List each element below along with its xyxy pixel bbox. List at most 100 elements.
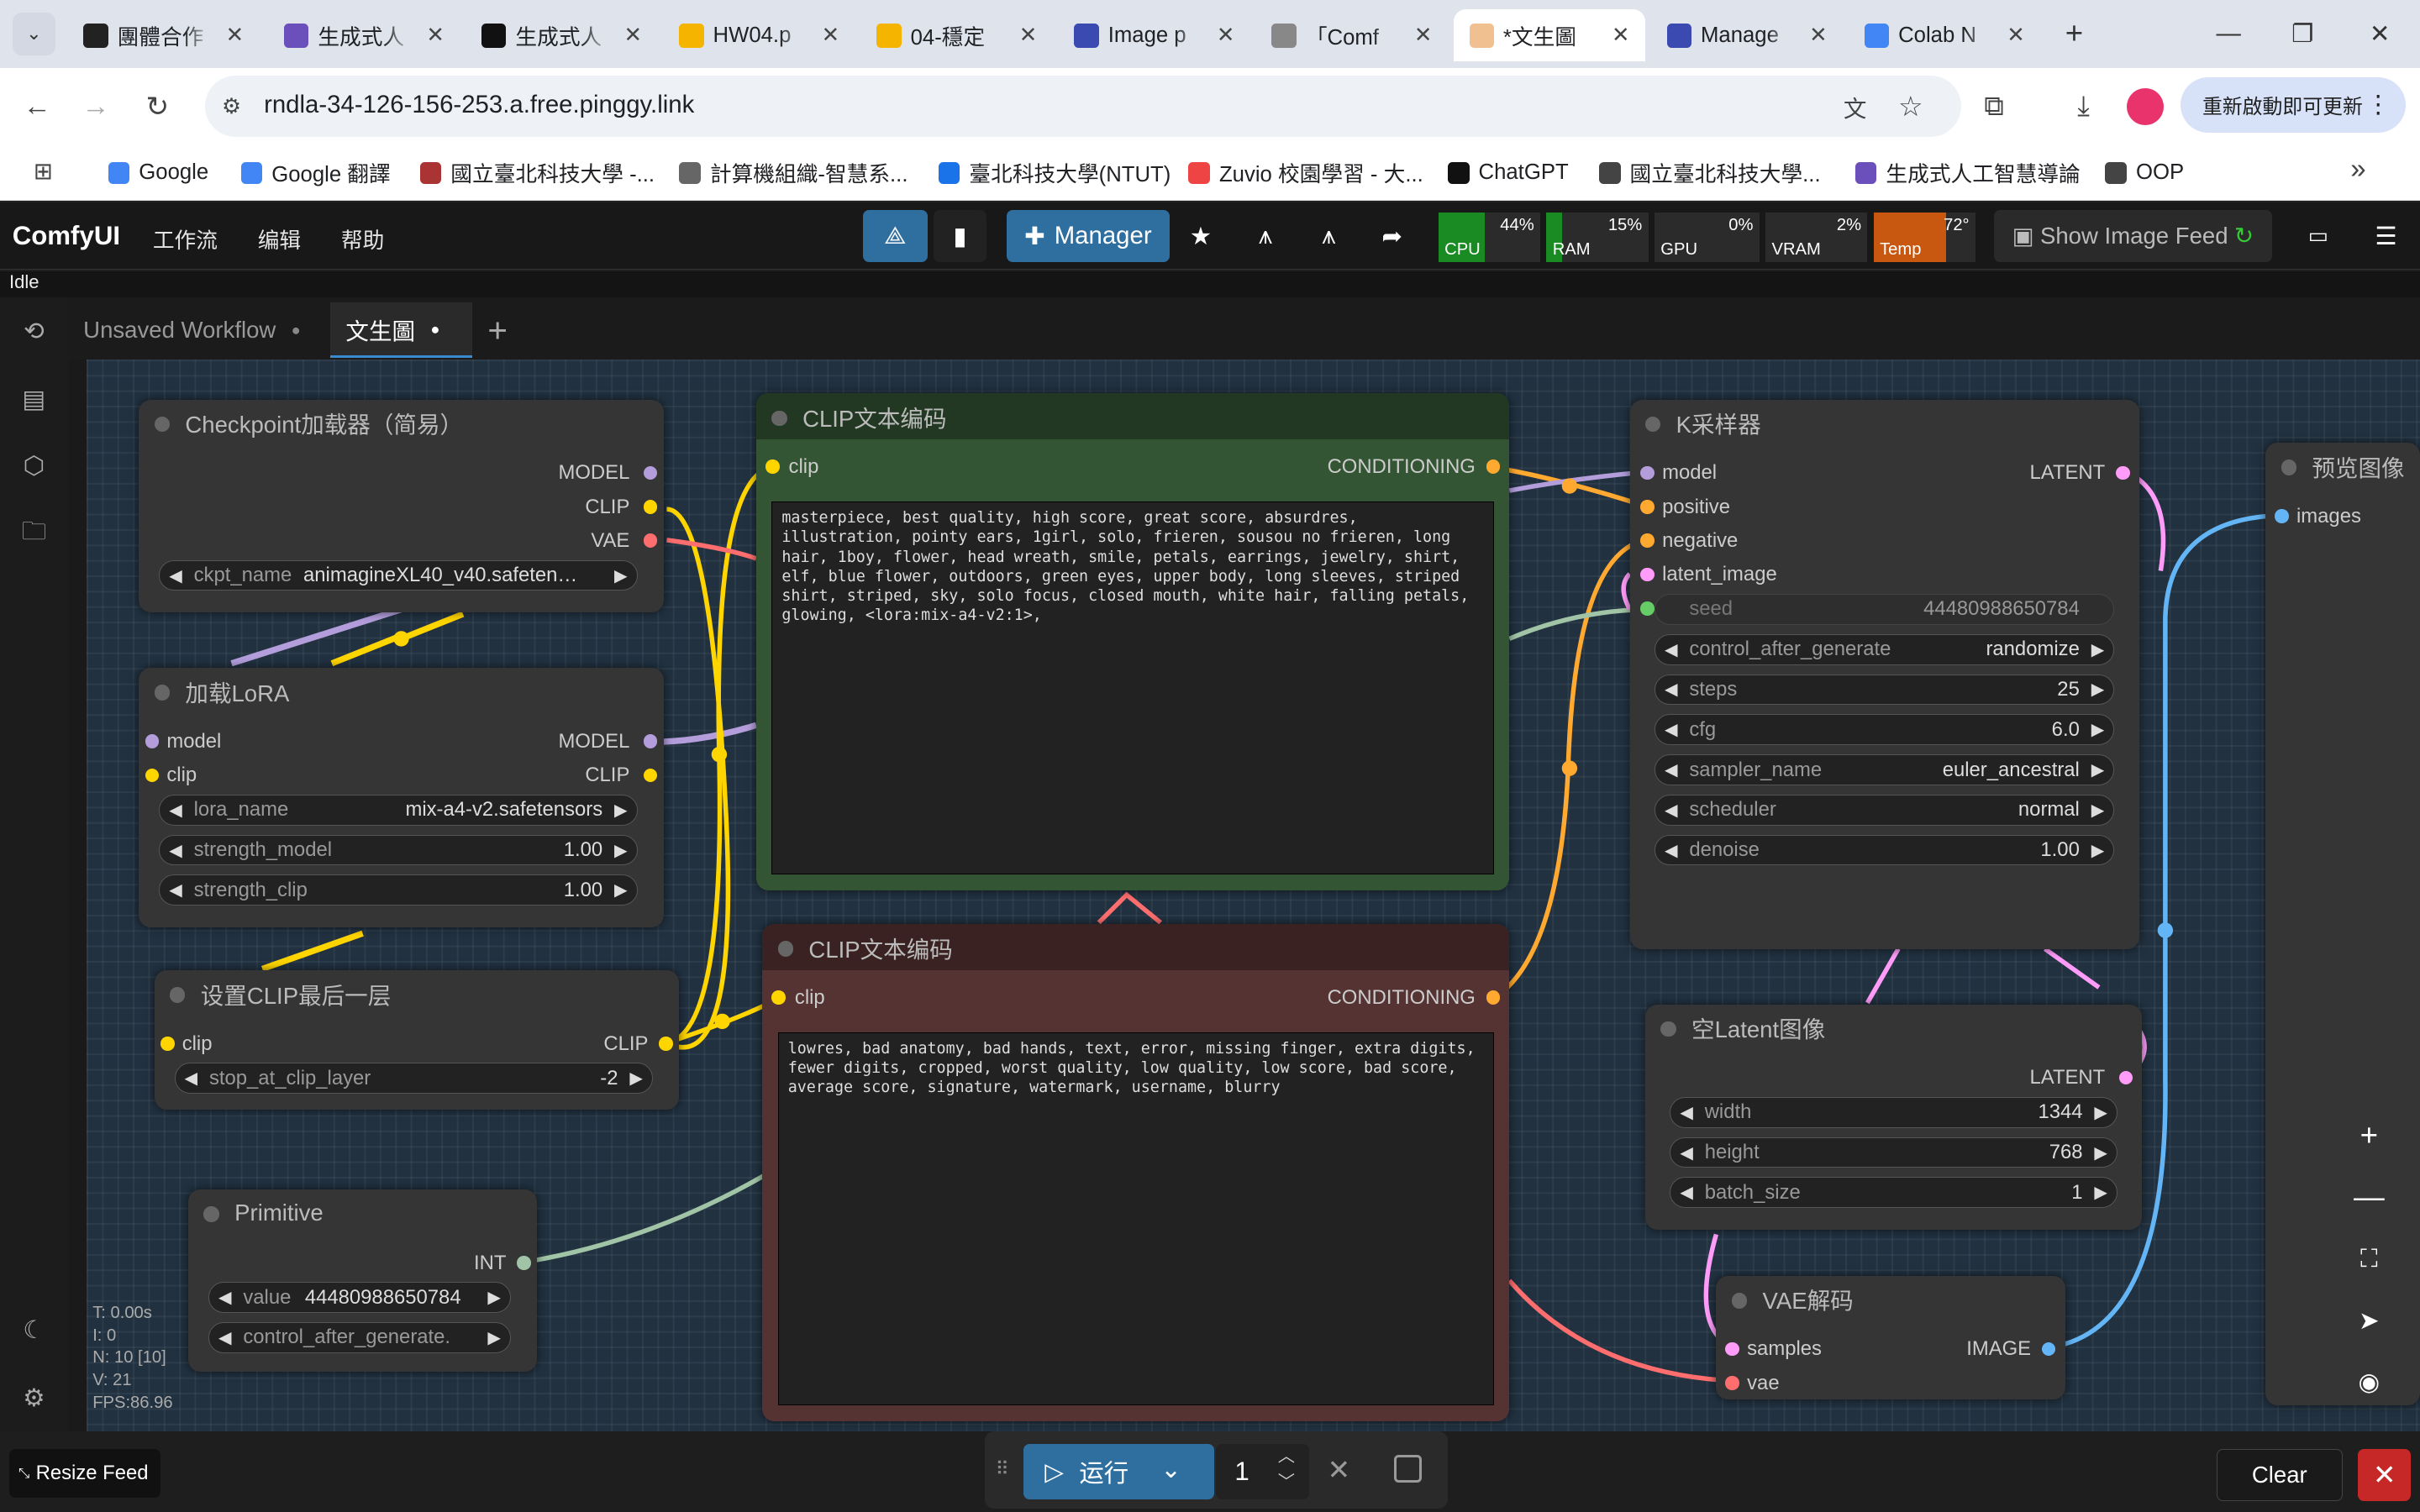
arrow-right-icon[interactable]: ▶	[2094, 1102, 2107, 1123]
browser-tab[interactable]: 04-穩定 ✕	[861, 9, 1053, 61]
lora-name-combo[interactable]: ◀ lora_name mix-a4-v2.safetensors ▶	[159, 794, 638, 826]
minimize-button[interactable]: —	[2197, 13, 2259, 55]
bookmark-item[interactable]: OOP	[2105, 156, 2184, 190]
input-negative-slot[interactable]	[1640, 533, 1655, 548]
output-latent-slot[interactable]	[2116, 465, 2130, 480]
collapse-dot-icon[interactable]	[1644, 416, 1661, 433]
output-int-slot[interactable]	[517, 1256, 531, 1270]
input-vae-slot[interactable]	[1725, 1376, 1739, 1390]
chevron-down-icon[interactable]: ﹀	[1278, 1470, 1295, 1496]
clear-button[interactable]: Clear	[2216, 1448, 2344, 1502]
arrow-left-icon[interactable]: ◀	[1680, 1142, 1693, 1163]
close-tab-icon[interactable]: ✕	[624, 23, 643, 48]
output-vae-slot[interactable]	[643, 533, 658, 548]
manager-button[interactable]: ✚ Manager	[1006, 209, 1171, 263]
arrow-left-icon[interactable]: ◀	[1680, 1182, 1693, 1203]
input-clip-slot[interactable]	[145, 768, 160, 783]
input-images-slot[interactable]	[2275, 509, 2289, 523]
input-latent-slot[interactable]	[1640, 567, 1655, 582]
site-info-button[interactable]: ⚙	[213, 88, 250, 125]
output-conditioning-slot[interactable]	[1486, 990, 1501, 1005]
ksampler-sampler-name-widget[interactable]: ◀ sampler_name euler_ancestral ▶	[1654, 754, 2115, 785]
node-clip-set-last-layer[interactable]: 设置CLIP最后一层 clip CLIP ◀ stop_at_clip_laye…	[154, 970, 680, 1110]
node-title[interactable]: CLIP文本编码	[755, 393, 1510, 440]
seed-number[interactable]: seed 44480988650784	[1654, 594, 2115, 625]
arrow-right-icon[interactable]: ▶	[487, 1327, 501, 1348]
browser-tab[interactable]: HW04.p ✕	[664, 9, 855, 61]
bookmark-item[interactable]: 計算機組織-智慧系...	[679, 156, 908, 190]
toggle-links-button[interactable]: ◉	[2346, 1359, 2392, 1405]
input-clip-slot[interactable]	[160, 1037, 175, 1051]
collapse-dot-icon[interactable]	[1660, 1021, 1676, 1037]
node-title[interactable]: Primitive	[188, 1189, 537, 1236]
arrow-left-icon[interactable]: ◀	[1665, 840, 1678, 861]
arrow-right-icon[interactable]: ▶	[2091, 679, 2105, 700]
arrow-right-icon[interactable]: ▶	[2091, 759, 2105, 780]
close-tab-icon[interactable]: ✕	[426, 23, 445, 48]
collapse-dot-icon[interactable]	[154, 685, 171, 701]
resize-feed-button[interactable]: ⤡ Resize Feed	[9, 1448, 160, 1499]
share-button[interactable]: ➦	[1367, 210, 1417, 262]
bookmark-star-button[interactable]: ☆	[1892, 88, 1929, 125]
arrow-left-icon[interactable]: ◀	[1665, 639, 1678, 660]
node-title[interactable]: K采样器	[1630, 400, 2139, 446]
new-tab-button[interactable]: +	[2055, 15, 2092, 52]
node-library-button[interactable]: ▤	[15, 381, 52, 418]
chevron-up-icon[interactable]: ︿	[1278, 1444, 1295, 1470]
bookmark-item[interactable]: Google	[108, 156, 208, 190]
strength-model-number[interactable]: ◀ strength_model 1.00 ▶	[159, 834, 638, 866]
downloads-button[interactable]: ⤓	[2065, 88, 2102, 125]
browser-tab[interactable]: 團體合作 ✕	[68, 9, 260, 61]
browser-tab[interactable]: 生成式人 ✕	[269, 9, 460, 61]
node-clip-text-encode-negative[interactable]: CLIP文本编码 clip CONDITIONING lowres, bad a…	[762, 924, 1510, 1421]
close-tab-icon[interactable]: ✕	[1414, 23, 1433, 48]
positive-prompt-textarea[interactable]: masterpiece, best quality, high score, g…	[771, 501, 1494, 875]
close-window-button[interactable]: ✕	[2349, 13, 2410, 55]
value-number[interactable]: ◀ value 44480988650784 ▶	[208, 1282, 511, 1313]
ckpt-name-combo[interactable]: ◀ ckpt_name animagineXL40_v40.safeten… ▶	[159, 559, 638, 591]
translate-button[interactable]: 文	[1837, 88, 1874, 125]
theme-toggle-button[interactable]: ☾	[15, 1311, 52, 1348]
custom-nodes-button[interactable]: ⩚	[1304, 210, 1354, 262]
output-image-slot[interactable]	[2041, 1341, 2056, 1357]
browser-tab[interactable]: 「Comf ✕	[1256, 9, 1448, 61]
zoom-out-button[interactable]: —	[2346, 1174, 2392, 1221]
restore-button[interactable]: ❐	[2272, 13, 2333, 55]
arrow-left-icon[interactable]: ◀	[218, 1327, 232, 1348]
node-title[interactable]: 空Latent图像	[1645, 1005, 2142, 1051]
output-clip-slot[interactable]	[643, 768, 658, 783]
apps-button[interactable]: ⊞	[24, 153, 61, 190]
bookmark-button[interactable]: ▮	[934, 209, 986, 263]
input-seed-slot[interactable]	[1640, 601, 1655, 616]
close-tab-icon[interactable]: ✕	[1809, 23, 1828, 48]
arrow-right-icon[interactable]: ▶	[2091, 840, 2105, 861]
arrow-right-icon[interactable]: ▶	[487, 1287, 501, 1308]
node-vae-decode[interactable]: VAE解码 samples vae IMAGE	[1716, 1275, 2065, 1399]
latent-width-widget[interactable]: ◀ width 1344 ▶	[1670, 1096, 2118, 1128]
arrow-left-icon[interactable]: ◀	[169, 840, 182, 861]
zoom-in-button[interactable]: +	[2346, 1112, 2392, 1158]
ksampler-scheduler-widget[interactable]: ◀ scheduler normal ▶	[1654, 794, 2115, 826]
bookmark-item[interactable]: Zuvio 校園學習 - 大...	[1188, 156, 1423, 190]
run-button[interactable]: ▷ 运行	[1023, 1444, 1215, 1500]
node-ksampler[interactable]: K采样器 model positive negative latent_imag…	[1629, 399, 2139, 949]
latent-batch-size-widget[interactable]: ◀ batch_size 1 ▶	[1670, 1177, 2118, 1209]
add-workflow-tab-button[interactable]: +	[487, 302, 508, 358]
more-bookmarks-button[interactable]: »	[2339, 151, 2376, 188]
arrow-left-icon[interactable]: ◀	[1665, 679, 1678, 700]
arrow-right-icon[interactable]: ▶	[2094, 1182, 2107, 1203]
drag-handle-icon[interactable]: ⠿	[996, 1458, 1009, 1480]
clear-queue-button[interactable]	[1393, 1455, 1422, 1483]
arrow-left-icon[interactable]: ◀	[218, 1287, 232, 1308]
arrow-right-icon[interactable]: ▶	[2091, 800, 2105, 821]
extensions-button[interactable]: ⧉	[1975, 88, 2012, 125]
node-title[interactable]: CLIP文本编码	[762, 924, 1510, 971]
bookmark-item[interactable]: 臺北科技大學(NTUT)	[938, 156, 1171, 190]
input-samples-slot[interactable]	[1725, 1341, 1739, 1357]
batch-count-stepper[interactable]: ︿ ﹀	[1278, 1444, 1295, 1496]
stop-at-clip-layer-number[interactable]: ◀ stop_at_clip_layer -2 ▶	[174, 1063, 653, 1095]
collapse-dot-icon[interactable]	[154, 416, 171, 433]
output-clip-slot[interactable]	[643, 500, 658, 514]
ksampler-denoise-widget[interactable]: ◀ denoise 1.00 ▶	[1654, 834, 2115, 866]
ksampler-cfg-widget[interactable]: ◀ cfg 6.0 ▶	[1654, 714, 2115, 746]
